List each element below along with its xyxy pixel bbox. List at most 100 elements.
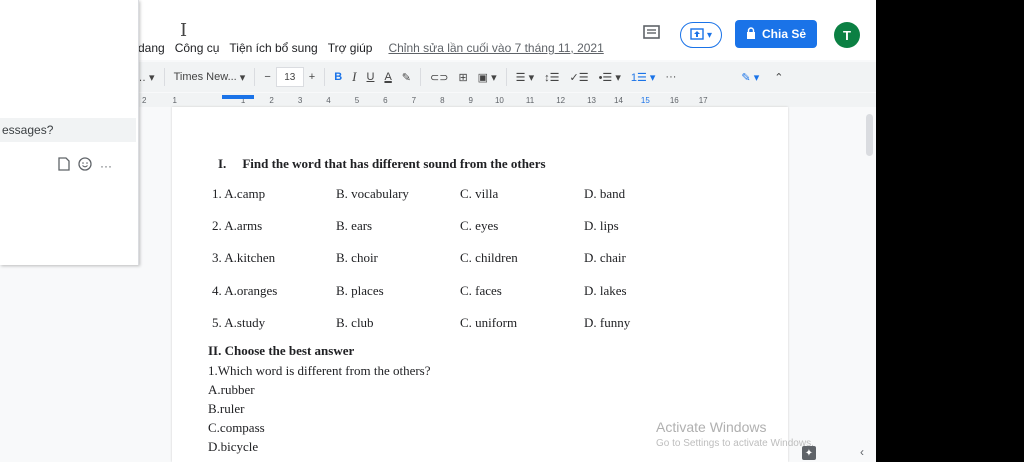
bold-button[interactable]: B — [334, 71, 342, 83]
underline-button[interactable]: U — [367, 71, 375, 83]
divider — [505, 68, 507, 86]
ruler-tick: 1 — [172, 95, 177, 105]
question-text: 1.Which word is different from the other… — [208, 363, 431, 378]
option-2c: C. eyes — [460, 218, 499, 233]
ruler-tick: 6 — [383, 95, 388, 105]
divider — [324, 68, 326, 86]
emoji-icon[interactable] — [78, 157, 92, 174]
present-icon — [690, 27, 704, 43]
black-region — [876, 0, 1024, 462]
editing-mode-icon[interactable]: ✎ ▾ — [741, 71, 759, 84]
ruler-tick: 10 — [494, 95, 504, 105]
align-icon[interactable]: ☰ ▾ — [516, 71, 534, 84]
activation-watermark-title: Activate Windows — [656, 419, 767, 435]
option-3b: B. choir — [336, 250, 378, 265]
section-2-heading: II. Choose the best answer — [208, 343, 355, 358]
ruler-tick: 15 — [640, 95, 650, 105]
more-options-button[interactable]: ··· — [665, 71, 676, 83]
option-5b: B. club — [336, 315, 374, 330]
last-edit-link[interactable]: Chỉnh sửa lần cuối vào 7 tháng 11, 2021 — [388, 41, 603, 55]
chevron-down-icon: ▾ — [706, 29, 713, 41]
ruler-tick: 5 — [354, 95, 360, 105]
answer-option-b: B.ruler — [208, 401, 245, 416]
chat-actions: ··· — [58, 157, 112, 174]
text-color-button[interactable]: A — [384, 71, 391, 83]
more-icon[interactable]: ··· — [100, 159, 112, 173]
divider — [163, 68, 165, 86]
present-button[interactable]: ▾ — [680, 22, 722, 48]
collapse-menu-icon[interactable]: ⌃ — [774, 71, 783, 84]
ruler-indent-marker[interactable] — [222, 95, 254, 99]
option-4c: C. faces — [460, 283, 502, 298]
ruler-tick: 4 — [326, 95, 331, 105]
numbered-list-icon[interactable]: 1☰ ▾ — [631, 71, 656, 84]
option-1b: B. vocabulary — [336, 186, 409, 201]
section-title: Find the word that has different sound f… — [242, 156, 546, 171]
answer-option-a: A.rubber — [208, 382, 255, 397]
menu: dang Công cụ Tiện ích bổ sung Trợ giúp C… — [138, 41, 604, 55]
ruler-tick: 2 — [269, 95, 274, 105]
comment-add-icon[interactable]: ⊞ — [458, 71, 467, 84]
menu-item-insert[interactable]: dang — [138, 41, 165, 55]
image-icon[interactable]: ▣ ▾ — [478, 71, 497, 84]
chat-search-field[interactable]: essages? — [0, 118, 136, 142]
ruler-tick: 8 — [440, 95, 445, 105]
menu-item-help[interactable]: Trợ giúp — [328, 41, 373, 55]
ruler-tick: 3 — [297, 95, 303, 105]
option-4a: 4. A.oranges — [212, 283, 278, 298]
activation-watermark-text: Go to Settings to activate Windows. — [656, 438, 814, 449]
document-icon[interactable] — [58, 157, 70, 174]
option-3d: D. chair — [584, 250, 626, 265]
explore-icon[interactable]: ✦ — [802, 446, 816, 460]
option-5a: 5. A.study — [212, 315, 266, 330]
option-1c: C. villa — [460, 186, 499, 201]
share-button[interactable]: Chia Sẻ — [735, 20, 817, 48]
option-2b: B. ears — [336, 218, 373, 233]
ruler-tick: 13 — [587, 95, 597, 105]
option-3c: C. children — [460, 250, 518, 265]
ruler-tick: 12 — [556, 95, 566, 105]
italic-button[interactable]: I — [352, 69, 356, 85]
divider — [254, 68, 256, 86]
option-1a: 1. A.camp — [212, 186, 266, 201]
lock-icon — [746, 26, 756, 42]
divider — [420, 68, 422, 86]
bulleted-list-icon[interactable]: •☰ ▾ — [599, 71, 621, 84]
option-5d: D. funny — [584, 315, 631, 330]
text-cursor-icon: I — [180, 20, 188, 41]
comment-history-icon[interactable] — [642, 24, 662, 42]
answer-option-c: C.compass — [208, 420, 265, 435]
option-4b: B. places — [336, 283, 384, 298]
ruler-tick: 9 — [468, 95, 473, 105]
menu-item-tools[interactable]: Công cụ — [175, 41, 220, 55]
ruler-tick: 16 — [669, 95, 679, 105]
font-name: Times New... — [173, 71, 237, 83]
ruler-tick: 2 — [142, 95, 147, 105]
highlight-icon[interactable]: ✎ — [402, 71, 411, 84]
ruler-tick: 11 — [525, 95, 535, 105]
answer-option-d: D.bicycle — [208, 439, 259, 454]
toolbar: … ▾ Times New... ▾ − 13 + B I U A ✎ ⊂⊃ ⊞… — [130, 62, 876, 92]
section-heading: I. Find the word that has different sound… — [218, 156, 546, 172]
option-2d: D. lips — [584, 218, 619, 233]
chevron-left-icon[interactable]: ‹ — [860, 445, 864, 459]
option-1d: D. band — [584, 186, 626, 201]
ruler-tick: 7 — [411, 95, 417, 105]
option-3a: 3. A.kitchen — [212, 250, 276, 265]
ruler-tick: 17 — [698, 95, 708, 105]
avatar[interactable]: T — [834, 22, 860, 48]
line-spacing-icon[interactable]: ↕☰ — [544, 71, 559, 84]
menu-item-addons[interactable]: Tiện ích bổ sung — [229, 41, 317, 55]
font-size-input[interactable]: 13 — [275, 67, 304, 87]
checklist-icon[interactable]: ✓☰ — [569, 71, 588, 84]
ruler-tick: 14 — [614, 95, 623, 105]
section-number: I. — [218, 156, 227, 171]
option-4d: D. lakes — [584, 283, 627, 298]
option-2a: 2. A.arms — [212, 218, 263, 233]
link-icon[interactable]: ⊂⊃ — [430, 71, 448, 84]
increase-font-button[interactable]: + — [309, 71, 315, 83]
decrease-font-button[interactable]: − — [264, 71, 270, 83]
share-label: Chia Sẻ — [761, 27, 806, 41]
font-dropdown[interactable]: Times New... ▾ — [174, 71, 246, 84]
scrollbar-thumb[interactable] — [866, 114, 873, 156]
